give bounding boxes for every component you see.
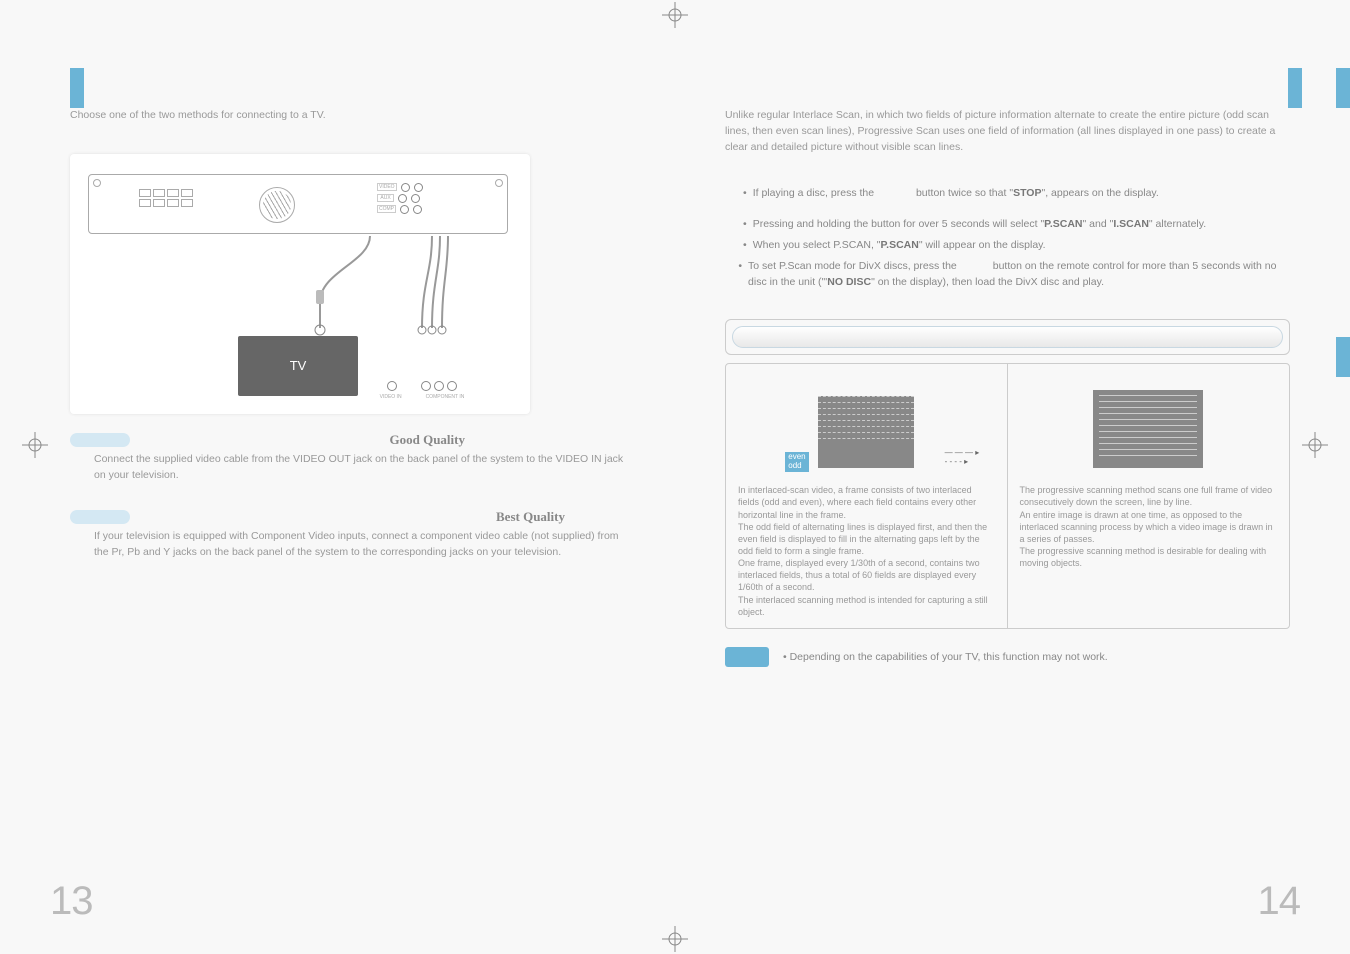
method1-quality: Good Quality xyxy=(390,432,466,448)
right-intro: Unlike regular Interlace Scan, in which … xyxy=(725,108,1290,155)
method2-quality: Best Quality xyxy=(496,509,565,525)
step-1: • If playing a disc, press the button tw… xyxy=(725,185,1290,202)
receiver-rear-panel: VIDEO AUX COMP xyxy=(88,174,508,234)
step1-b: button twice so that " xyxy=(916,187,1013,199)
interlaced-diagram-icon: even odd — — — ▸- - - - ▸ xyxy=(791,391,941,468)
callout-pill-icon xyxy=(732,326,1283,348)
interlaced-desc: In interlaced-scan video, a frame consis… xyxy=(738,484,995,618)
step1-c: ", appears on the display. xyxy=(1041,187,1158,199)
page-number-left: 13 xyxy=(50,879,93,924)
section-tab-icon xyxy=(1288,68,1302,108)
tv-input-ports: VIDEO IN COMPONENT IN xyxy=(362,381,482,400)
section-tab-icon xyxy=(70,68,84,108)
left-intro: Choose one of the two methods for connec… xyxy=(70,108,625,124)
side-tab-icon xyxy=(1336,68,1350,108)
bullet-2: • When you select P.SCAN, "P.SCAN" will … xyxy=(725,237,1290,254)
method-2: Best Quality If your television is equip… xyxy=(70,509,625,561)
page-right: Unlike regular Interlace Scan, in which … xyxy=(675,0,1350,954)
method-pill-icon xyxy=(70,510,130,524)
interlaced-column: even odd — — — ▸- - - - ▸ In interlaced-… xyxy=(726,364,1008,628)
method-pill-icon xyxy=(70,433,130,447)
tv-icon: TV xyxy=(238,336,358,396)
method2-text: If your television is equipped with Comp… xyxy=(70,529,625,561)
method-1: Good Quality Connect the supplied video … xyxy=(70,432,625,484)
output-ports: VIDEO AUX COMP xyxy=(377,183,467,227)
cable-path-icon xyxy=(70,232,530,342)
fan-icon xyxy=(259,187,295,223)
note-badge-icon xyxy=(725,647,769,667)
arrow-icon: — — — ▸- - - - ▸ xyxy=(945,448,980,466)
bullet-3: • To set P.Scan mode for DivX discs, pre… xyxy=(725,258,1290,292)
tv-label: TV xyxy=(290,358,307,373)
connection-diagram: VIDEO AUX COMP TV xyxy=(70,154,530,414)
even-odd-tag: even odd xyxy=(785,452,808,472)
progressive-diagram-icon xyxy=(1093,390,1203,468)
page-spread: Choose one of the two methods for connec… xyxy=(0,0,1350,954)
steps-list: • If playing a disc, press the button tw… xyxy=(725,185,1290,202)
progressive-desc: The progressive scanning method scans on… xyxy=(1020,484,1278,569)
step1-a: If playing a disc, press the xyxy=(753,187,874,199)
tv-port-component-label: COMPONENT IN xyxy=(426,394,465,400)
page-number-right: 14 xyxy=(1258,879,1301,924)
speaker-terminal-icon xyxy=(139,189,199,219)
callout-box xyxy=(725,319,1290,355)
progressive-column: The progressive scanning method scans on… xyxy=(1008,364,1290,628)
note-row: • Depending on the capabilities of your … xyxy=(725,647,1290,667)
bullet-1: • Pressing and holding the button for ov… xyxy=(725,216,1290,233)
side-tab-icon xyxy=(1336,337,1350,377)
tv-port-video-label: VIDEO IN xyxy=(380,394,402,400)
scan-compare-table: even odd — — — ▸- - - - ▸ In interlaced-… xyxy=(725,363,1290,629)
step1-bold: STOP xyxy=(1013,187,1041,199)
bullet-list: • Pressing and holding the button for ov… xyxy=(725,216,1290,291)
note-text: Depending on the capabilities of your TV… xyxy=(790,651,1108,663)
page-left: Choose one of the two methods for connec… xyxy=(0,0,675,954)
method1-text: Connect the supplied video cable from th… xyxy=(70,452,625,484)
